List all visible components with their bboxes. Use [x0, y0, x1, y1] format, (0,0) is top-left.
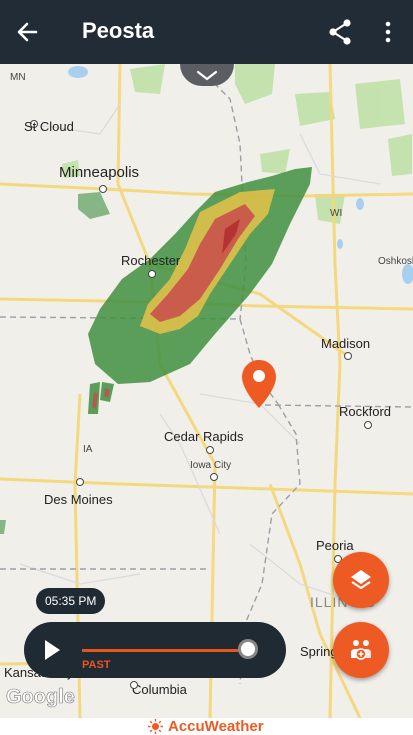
city-dot	[344, 352, 352, 360]
city-dot	[130, 681, 138, 689]
time-chip: 05:35 PM	[36, 588, 106, 614]
state-label: MN	[10, 72, 26, 83]
city-label-oshkosh: Oshkosh	[378, 256, 413, 267]
more-vert-icon	[385, 21, 391, 43]
map-base	[0, 64, 413, 718]
city-label-minneapolis: Minneapolis	[59, 164, 140, 181]
city-label-rockford: Rockford	[339, 404, 392, 419]
play-button[interactable]	[42, 638, 62, 662]
community-report-button[interactable]	[333, 622, 389, 678]
city-dot	[206, 446, 214, 454]
city-label-cedar-rapids: Cedar Rapids	[164, 429, 244, 444]
chevron-down-icon	[196, 70, 218, 81]
more-options-button[interactable]	[376, 18, 400, 46]
city-dot	[76, 478, 84, 486]
timeline-slider-knob[interactable]	[238, 639, 258, 659]
state-label: IA	[83, 444, 93, 455]
radar-overlay	[0, 167, 312, 534]
timeline-mode-label: PAST	[82, 659, 111, 671]
google-attribution: Google	[6, 686, 75, 709]
location-pin-icon[interactable]	[240, 358, 278, 410]
city-label-rochester: Rochester	[121, 253, 181, 268]
share-icon	[329, 19, 351, 45]
city-label-peoria: Peoria	[316, 538, 354, 553]
share-button[interactable]	[326, 18, 354, 46]
app-bar: Peosta	[0, 0, 413, 64]
city-label-madison: Madison	[321, 336, 371, 351]
city-dot	[99, 185, 107, 193]
brand-footer: AccuWeather	[0, 718, 413, 735]
page-title: Peosta	[82, 18, 155, 43]
radar-map[interactable]: MN WI IA ILLINOIS St Cloud Minneapolis R…	[0, 64, 413, 718]
collapse-handle[interactable]	[180, 64, 234, 86]
accuweather-sun-icon	[148, 719, 163, 734]
city-label-des-moines: Des Moines	[44, 492, 113, 507]
city-dot	[364, 421, 372, 429]
city-dot	[148, 270, 156, 278]
people-add-icon	[351, 640, 371, 660]
layers-button[interactable]	[333, 552, 389, 608]
arrow-left-icon	[17, 22, 38, 42]
layers-icon	[351, 570, 371, 589]
state-label: WI	[330, 208, 343, 219]
timeline-track[interactable]	[82, 649, 250, 652]
city-label-iowa-city: Iowa City	[190, 460, 232, 471]
back-button[interactable]	[14, 16, 50, 48]
city-label-st-cloud: St Cloud	[24, 119, 74, 134]
radar-playback-bar: PAST	[24, 622, 286, 678]
brand-name: AccuWeather	[168, 718, 264, 735]
city-label-columbia: Columbia	[132, 682, 187, 697]
play-icon	[45, 640, 60, 660]
city-dot	[210, 473, 218, 481]
